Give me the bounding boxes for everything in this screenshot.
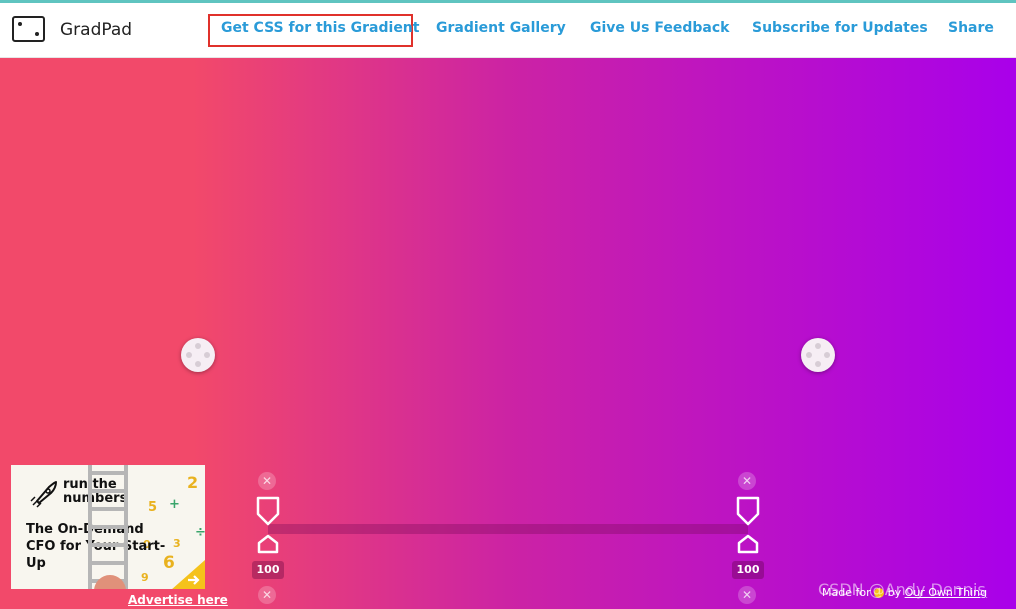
advertise-here-link[interactable]: Advertise here xyxy=(128,593,228,607)
arrow-right-icon[interactable] xyxy=(171,560,205,589)
color-point-handle-left[interactable] xyxy=(181,338,215,372)
subscribe-link[interactable]: Subscribe for Updates xyxy=(752,20,928,36)
stop-marker-right[interactable] xyxy=(736,496,760,526)
ad-banner[interactable]: run the numbers 2 5 + ÷ 0 3 6 9 The On-D… xyxy=(11,465,205,589)
remove-stop-icon-left-top[interactable]: ✕ xyxy=(258,472,276,490)
stop-percent-left[interactable]: 100 xyxy=(252,561,284,579)
stop-percent-right[interactable]: 100 xyxy=(732,561,764,579)
watermark-text: CSDN @Andy Dennis xyxy=(818,580,986,599)
feedback-link[interactable]: Give Us Feedback xyxy=(590,20,729,36)
ladder-illustration xyxy=(88,465,128,589)
gradpad-logo-icon[interactable] xyxy=(12,16,45,42)
ad-number: 5 xyxy=(148,500,158,515)
share-link[interactable]: Share xyxy=(948,20,994,36)
ad-number: 9 xyxy=(141,571,149,584)
stop-position-marker-right[interactable] xyxy=(737,534,759,554)
gradient-gallery-link[interactable]: Gradient Gallery xyxy=(436,20,566,36)
ad-number: 2 xyxy=(187,473,199,492)
get-css-link[interactable]: Get CSS for this Gradient xyxy=(221,20,419,36)
rocket-icon xyxy=(30,481,57,508)
ad-number: + xyxy=(169,497,180,512)
gradient-stop-track[interactable] xyxy=(268,524,748,534)
remove-stop-icon-right-bottom[interactable]: ✕ xyxy=(738,586,756,604)
remove-stop-icon-right-top[interactable]: ✕ xyxy=(738,472,756,490)
stop-position-marker-left[interactable] xyxy=(257,534,279,554)
remove-stop-icon-left-bottom[interactable]: ✕ xyxy=(258,586,276,604)
color-point-handle-right[interactable] xyxy=(801,338,835,372)
app-title[interactable]: GradPad xyxy=(60,20,132,40)
ad-number: ÷ xyxy=(195,525,205,540)
stop-marker-left[interactable] xyxy=(256,496,280,526)
app-header: GradPad Get CSS for this Gradient Gradie… xyxy=(0,3,1016,58)
